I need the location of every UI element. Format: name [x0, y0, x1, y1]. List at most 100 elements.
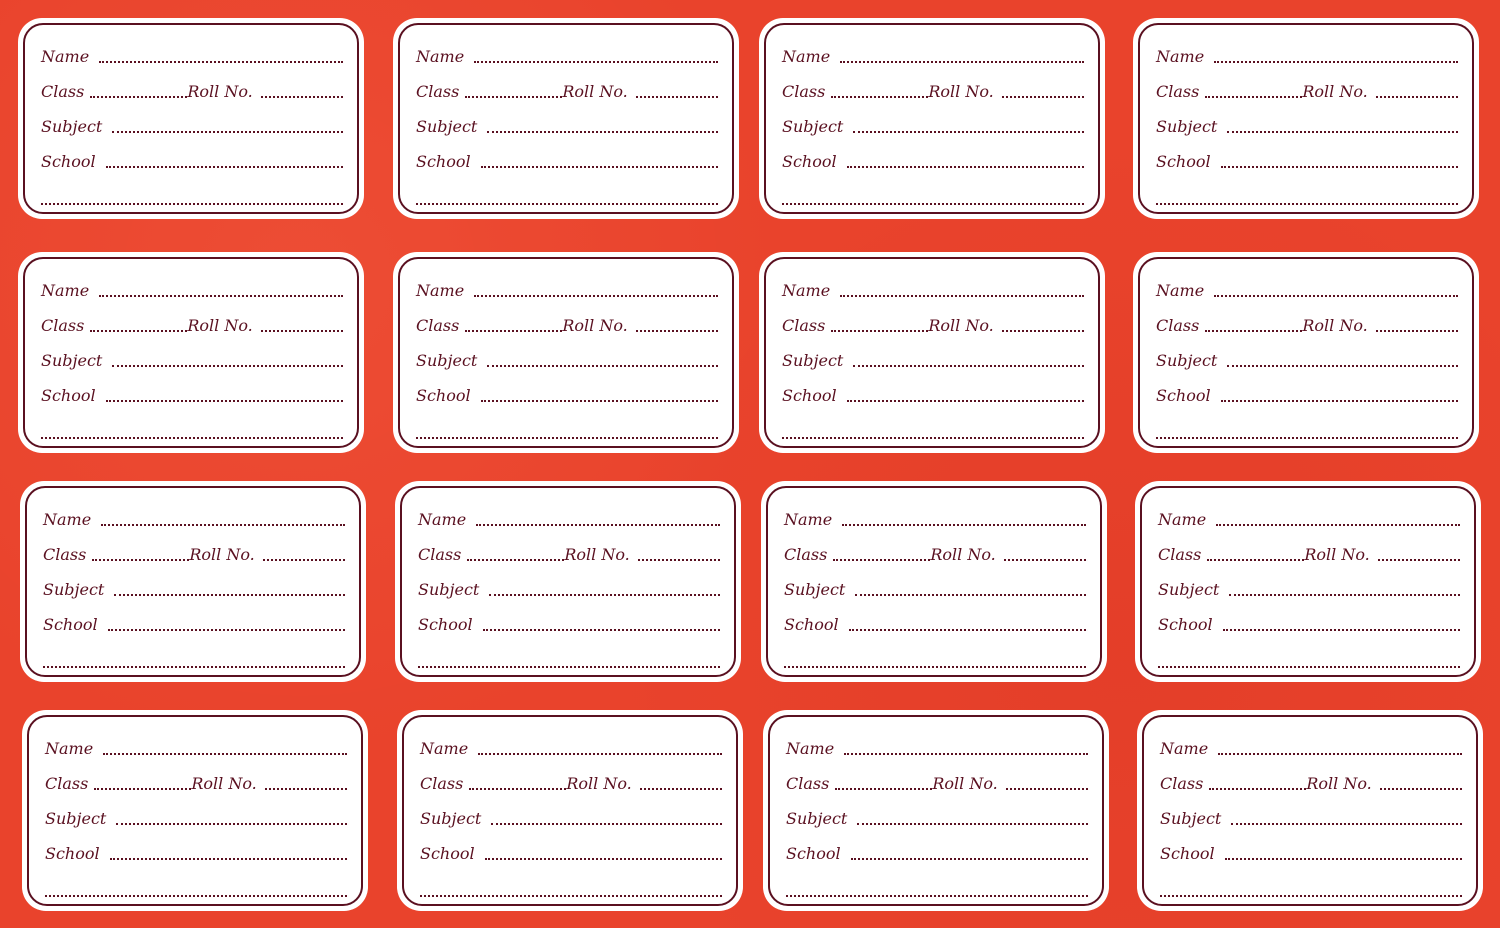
school-line: School — [41, 383, 343, 405]
extra-field — [1156, 437, 1458, 439]
label-border: Name Class Roll No. Subject School — [23, 23, 359, 214]
name-label-sticker: Name Class Roll No. Subject School — [395, 481, 741, 682]
class-caption: Class — [1156, 82, 1200, 101]
name-caption: Name — [416, 281, 465, 300]
class-field — [467, 559, 565, 561]
class-field — [469, 788, 567, 790]
extra-field — [43, 666, 345, 668]
name-field — [1214, 61, 1458, 63]
name-caption: Name — [41, 47, 90, 66]
school-line: School — [1160, 841, 1462, 863]
extra-line — [1158, 649, 1460, 671]
school-caption: School — [1160, 844, 1215, 863]
subject-line: Subject — [41, 114, 343, 136]
label-border: Name Class Roll No. Subject School — [1142, 715, 1478, 906]
class-caption: Class — [1156, 316, 1200, 335]
name-line: Name — [1158, 507, 1460, 529]
roll-field — [1375, 330, 1458, 332]
extra-field — [41, 437, 343, 439]
label-border: Name Class Roll No. Subject School — [1138, 23, 1474, 214]
roll-caption: Roll No. — [928, 316, 994, 335]
name-label-sticker: Name Class Roll No. Subject School — [1137, 710, 1483, 911]
class-caption: Class — [782, 316, 826, 335]
school-field — [482, 629, 720, 631]
roll-field — [635, 96, 718, 98]
name-field — [474, 61, 718, 63]
roll-caption: Roll No. — [1302, 82, 1368, 101]
school-caption: School — [784, 615, 839, 634]
name-line: Name — [43, 507, 345, 529]
subject-line: Subject — [41, 348, 343, 370]
label-border: Name Class Roll No. Subject School — [398, 23, 734, 214]
subject-caption: Subject — [41, 351, 103, 370]
roll-field — [639, 788, 722, 790]
name-field — [478, 753, 722, 755]
roll-caption: Roll No. — [187, 82, 253, 101]
name-line: Name — [45, 736, 347, 758]
class-caption: Class — [1158, 545, 1202, 564]
roll-caption: Roll No. — [566, 774, 632, 793]
subject-field — [489, 594, 720, 596]
extra-field — [45, 895, 347, 897]
school-field — [480, 166, 718, 168]
class-field — [1205, 96, 1303, 98]
name-line: Name — [782, 44, 1084, 66]
name-caption: Name — [1160, 739, 1209, 758]
school-caption: School — [420, 844, 475, 863]
class-line: Class Roll No. — [786, 771, 1088, 793]
subject-field — [857, 823, 1088, 825]
extra-field — [416, 203, 718, 205]
extra-line — [1156, 186, 1458, 208]
name-line: Name — [782, 278, 1084, 300]
class-caption: Class — [41, 316, 85, 335]
name-field — [1214, 295, 1458, 297]
name-field — [840, 61, 1084, 63]
name-caption: Name — [45, 739, 94, 758]
extra-line — [782, 186, 1084, 208]
subject-caption: Subject — [1160, 809, 1222, 828]
class-field — [1205, 330, 1303, 332]
name-line: Name — [1160, 736, 1462, 758]
name-field — [474, 295, 718, 297]
class-line: Class Roll No. — [782, 79, 1084, 101]
class-caption: Class — [45, 774, 89, 793]
name-field — [842, 524, 1086, 526]
extra-field — [1160, 895, 1462, 897]
sticker-sheet: Name Class Roll No. Subject School Name C… — [0, 0, 1500, 928]
name-caption: Name — [786, 739, 835, 758]
school-caption: School — [41, 152, 96, 171]
class-line: Class Roll No. — [782, 313, 1084, 335]
class-line: Class Roll No. — [418, 542, 720, 564]
subject-line: Subject — [43, 577, 345, 599]
subject-field — [1229, 594, 1460, 596]
label-border: Name Class Roll No. Subject School — [398, 257, 734, 448]
class-line: Class Roll No. — [1160, 771, 1462, 793]
extra-line — [43, 649, 345, 671]
class-field — [1209, 788, 1307, 790]
roll-field — [1003, 559, 1086, 561]
name-field — [844, 753, 1088, 755]
class-line: Class Roll No. — [1158, 542, 1460, 564]
name-line: Name — [418, 507, 720, 529]
roll-caption: Roll No. — [564, 545, 630, 564]
subject-line: Subject — [1160, 806, 1462, 828]
class-caption: Class — [784, 545, 828, 564]
name-field — [840, 295, 1084, 297]
school-line: School — [45, 841, 347, 863]
school-field — [480, 400, 718, 402]
class-line: Class Roll No. — [41, 79, 343, 101]
extra-line — [45, 878, 347, 900]
subject-line: Subject — [1156, 348, 1458, 370]
extra-field — [784, 666, 1086, 668]
name-field — [476, 524, 720, 526]
name-field — [1216, 524, 1460, 526]
subject-field — [114, 594, 345, 596]
label-border: Name Class Roll No. Subject School — [1138, 257, 1474, 448]
roll-field — [1377, 559, 1460, 561]
class-field — [1207, 559, 1305, 561]
class-caption: Class — [418, 545, 462, 564]
school-caption: School — [41, 386, 96, 405]
school-caption: School — [1158, 615, 1213, 634]
roll-caption: Roll No. — [928, 82, 994, 101]
extra-field — [416, 437, 718, 439]
